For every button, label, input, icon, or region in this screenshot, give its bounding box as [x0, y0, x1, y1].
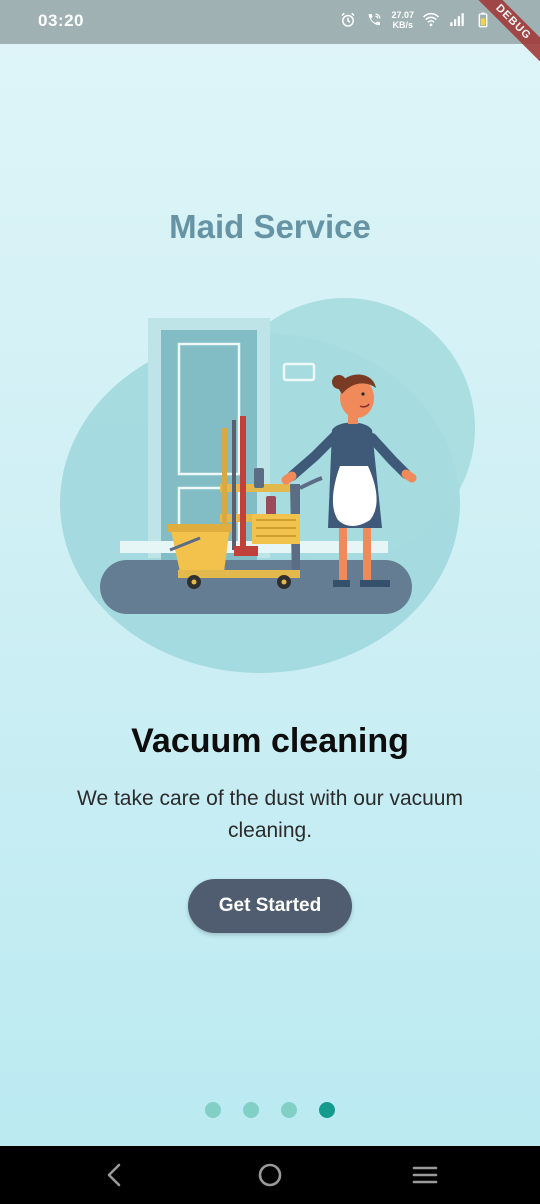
status-bar: 03:20 27.07 KB/s — [0, 0, 540, 44]
status-icons: 27.07 KB/s — [339, 10, 492, 30]
get-started-button[interactable]: Get Started — [188, 879, 352, 933]
recents-icon[interactable] — [410, 1160, 440, 1190]
app-title: Maid Service — [169, 208, 371, 245]
battery-icon — [478, 12, 488, 28]
slide-heading: Vacuum cleaning — [131, 722, 409, 760]
maid-cleaning-illustration — [60, 298, 475, 673]
net-speed-unit: KB/s — [392, 20, 413, 30]
net-speed-value: 27.07 — [391, 10, 414, 20]
page-dot-1[interactable] — [205, 1102, 221, 1118]
page-dot-2[interactable] — [243, 1102, 259, 1118]
wifi-icon — [422, 12, 440, 27]
back-icon[interactable] — [100, 1160, 130, 1190]
page-indicator — [0, 1102, 540, 1118]
system-nav-bar — [0, 1146, 540, 1204]
status-time: 03:20 — [38, 11, 84, 30]
page-dot-4-active[interactable] — [319, 1102, 335, 1118]
slide-description: We take care of the dust with our vacuum… — [77, 787, 463, 842]
wifi-call-icon — [369, 13, 382, 26]
page-dot-3[interactable] — [281, 1102, 297, 1118]
home-icon[interactable] — [255, 1160, 285, 1190]
signal-icon — [450, 13, 464, 26]
alarm-icon — [341, 12, 355, 27]
net-speed: 27.07 KB/s — [391, 10, 414, 30]
